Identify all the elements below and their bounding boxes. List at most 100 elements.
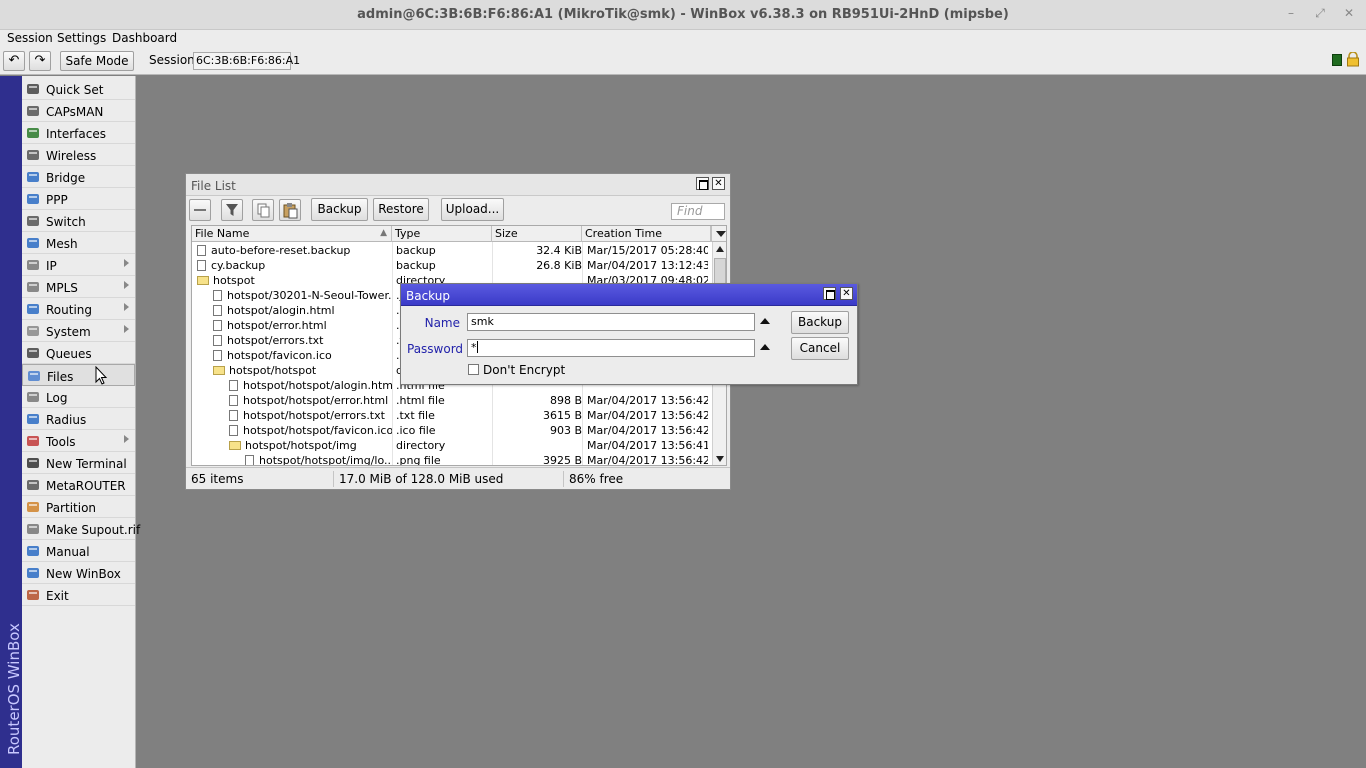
sidebar-item-manual[interactable]: Manual — [22, 540, 135, 562]
safe-mode-button[interactable]: Safe Mode — [60, 51, 134, 71]
password-field[interactable]: * — [467, 339, 755, 357]
dont-encrypt-checkbox[interactable] — [468, 364, 479, 375]
find-input[interactable]: Find — [671, 203, 725, 220]
sidebar-item-partition[interactable]: Partition — [22, 496, 135, 518]
table-row[interactable]: auto-before-reset.backup backup 32.4 KiB Ma… — [192, 243, 711, 258]
sidebar-item-routing[interactable]: Routing — [22, 298, 135, 320]
sidebar-item-system[interactable]: System — [22, 320, 135, 342]
sidebar-item-label: New WinBox — [46, 567, 121, 581]
terminal-icon — [26, 456, 40, 470]
sidebar-item-new-terminal[interactable]: New Terminal — [22, 452, 135, 474]
close-icon[interactable]: ✕ — [840, 287, 853, 300]
table-row[interactable]: hotspot/hotspot/img directory Mar/04/2017 … — [192, 438, 711, 453]
backup-button[interactable]: Backup — [311, 198, 368, 221]
sidebar-item-interfaces[interactable]: Interfaces — [22, 122, 135, 144]
ip-icon — [26, 258, 40, 272]
sidebar-item-label: New Terminal — [46, 457, 127, 471]
filter-button[interactable] — [221, 199, 243, 221]
file-name-text: hotspot — [213, 274, 255, 287]
file-name-text: hotspot/hotspot/img/lo... — [259, 454, 392, 466]
sidebar-item-metarouter[interactable]: MetaROUTER — [22, 474, 135, 496]
ppp-icon — [26, 192, 40, 206]
menu-dashboard[interactable]: Dashboard — [112, 31, 177, 45]
brand-bar: RouterOS WinBox — [0, 76, 23, 768]
sidebar-item-label: System — [46, 325, 91, 339]
sidebar-item-label: Log — [46, 391, 68, 405]
paste-button[interactable] — [279, 199, 301, 221]
cell-file-name: hotspot/errors.txt — [192, 334, 392, 348]
password-label: Password — [407, 342, 464, 356]
sidebar-item-radius[interactable]: Radius — [22, 408, 135, 430]
sidebar-item-switch[interactable]: Switch — [22, 210, 135, 232]
dialog-backup-button[interactable]: Backup — [791, 311, 849, 334]
cell-size — [492, 439, 582, 453]
backup-dialog-titlebar[interactable]: Backup ✕ — [401, 284, 857, 306]
sidebar-item-wireless[interactable]: Wireless — [22, 144, 135, 166]
sidebar-item-label: IP — [46, 259, 57, 273]
sidebar-item-make-supout-rif[interactable]: Make Supout.rif — [22, 518, 140, 540]
column-menu-icon[interactable] — [711, 226, 726, 242]
sidebar-item-files[interactable]: Files — [22, 364, 135, 386]
restore-button[interactable]: Restore — [373, 198, 429, 221]
collapse-icon[interactable] — [760, 344, 770, 350]
upload-button[interactable]: Upload... — [441, 198, 504, 221]
close-icon[interactable]: ✕ — [1342, 6, 1356, 20]
sidebar-item-label: Files — [47, 370, 74, 384]
table-row[interactable]: hotspot/hotspot/img/lo... .png file 3925 B… — [192, 453, 711, 466]
menu-bar: Session Settings Dashboard — [0, 30, 1366, 48]
file-list-titlebar[interactable]: File List ✕ — [186, 174, 730, 196]
sidebar-item-exit[interactable]: Exit — [22, 584, 135, 606]
minimize-icon[interactable]: – — [1284, 6, 1298, 20]
window-title: admin@6C:3B:6B:F6:86:A1 (MikroTik@smk) -… — [357, 7, 1009, 22]
session-field[interactable]: 6C:3B:6B:F6:86:A1 — [193, 52, 300, 70]
column-creation-time[interactable]: Creation Time — [582, 226, 711, 242]
menu-session[interactable]: Session — [7, 31, 53, 45]
close-icon[interactable]: ✕ — [712, 177, 725, 190]
cell-creation-time: Mar/04/2017 13:56:42 — [587, 394, 708, 407]
maximize-icon[interactable] — [823, 287, 836, 300]
table-row[interactable]: hotspot/hotspot/errors.txt .txt file 3615 … — [192, 408, 711, 423]
file-icon — [229, 410, 238, 421]
sidebar-item-label: Radius — [46, 413, 87, 427]
dialog-cancel-button[interactable]: Cancel — [791, 337, 849, 360]
cell-creation-time: Mar/04/2017 13:12:43 — [587, 259, 708, 272]
partition-icon — [26, 500, 40, 514]
column-size[interactable]: Size — [492, 226, 582, 242]
cell-file-name: hotspot/error.html — [192, 319, 392, 333]
sidebar-item-log[interactable]: Log — [22, 386, 135, 408]
sidebar-item-tools[interactable]: Tools — [22, 430, 135, 452]
scroll-down-icon[interactable] — [716, 456, 724, 462]
sidebar-item-ip[interactable]: IP — [22, 254, 135, 276]
maximize-icon[interactable] — [696, 177, 709, 190]
name-field[interactable]: smk — [467, 313, 755, 331]
sidebar-item-bridge[interactable]: Bridge — [22, 166, 135, 188]
column-label: File Name — [195, 227, 250, 240]
table-row[interactable]: hotspot/hotspot/favicon.ico .ico file 903 … — [192, 423, 711, 438]
sidebar-item-ppp[interactable]: PPP — [22, 188, 135, 210]
undo-button[interactable]: ↶ — [3, 51, 25, 71]
sidebar-item-new-winbox[interactable]: New WinBox — [22, 562, 135, 584]
sidebar-item-quick-set[interactable]: Quick Set — [22, 78, 135, 100]
sidebar-item-label: Wireless — [46, 149, 97, 163]
restore-icon[interactable]: ⤢ — [1313, 6, 1327, 20]
cell-file-name: hotspot/hotspot — [192, 364, 392, 378]
table-row[interactable]: hotspot/hotspot/error.html .html file 898 … — [192, 393, 711, 408]
sidebar-item-capsman[interactable]: CAPsMAN — [22, 100, 135, 122]
sidebar-item-mpls[interactable]: MPLS — [22, 276, 135, 298]
status-bar: 65 items 17.0 MiB of 128.0 MiB used 86% … — [186, 467, 730, 489]
collapse-icon[interactable] — [760, 318, 770, 324]
menu-settings[interactable]: Settings — [57, 31, 106, 45]
table-row[interactable]: cy.backup backup 26.8 KiB Mar/04/2017 13:12… — [192, 258, 711, 273]
sidebar-item-mesh[interactable]: Mesh — [22, 232, 135, 254]
remove-button[interactable] — [189, 199, 211, 221]
sidebar-item-label: Tools — [46, 435, 76, 449]
supout-icon — [26, 522, 40, 536]
sidebar-item-label: CAPsMAN — [46, 105, 104, 119]
copy-button[interactable] — [252, 199, 274, 221]
redo-button[interactable]: ↷ — [29, 51, 51, 71]
sidebar-item-queues[interactable]: Queues — [22, 342, 135, 364]
scroll-up-icon[interactable] — [716, 246, 724, 252]
file-icon — [213, 335, 222, 346]
column-file-name[interactable]: File Name ▲ — [192, 226, 392, 242]
column-type[interactable]: Type — [392, 226, 492, 242]
